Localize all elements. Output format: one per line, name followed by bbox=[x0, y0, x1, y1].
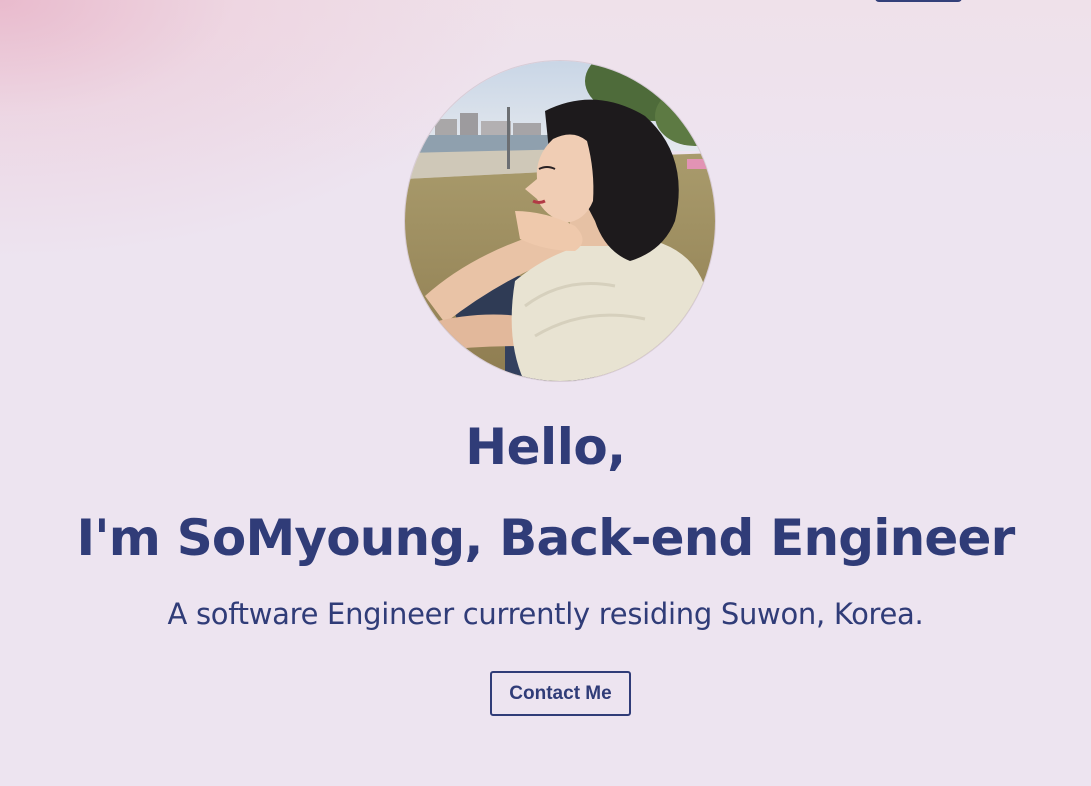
nav-button-partial[interactable] bbox=[875, 0, 962, 2]
avatar-photo bbox=[405, 61, 715, 381]
hero-headline: I'm SoMyoung, Back-end Engineer bbox=[76, 509, 1015, 567]
contact-me-button[interactable]: Contact Me bbox=[490, 671, 631, 716]
hero-subtitle: A software Engineer currently residing S… bbox=[167, 597, 924, 631]
hero-greeting: Hello, bbox=[465, 418, 626, 476]
profile-avatar bbox=[404, 60, 716, 382]
